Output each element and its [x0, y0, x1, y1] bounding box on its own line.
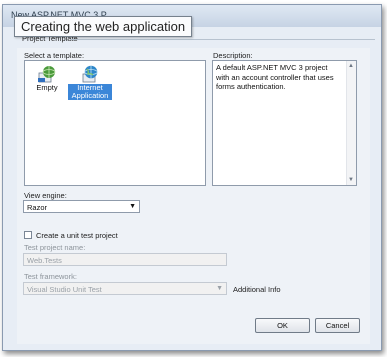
test-project-name-value: Web.Tests: [27, 256, 62, 265]
caption-tooltip: Creating the web application: [14, 16, 193, 37]
description-box: A default ASP.NET MVC 3 project with an …: [212, 60, 357, 186]
template-label-internet-application: Internet Application: [68, 84, 112, 100]
template-list[interactable]: Empty Internet Application: [24, 60, 206, 186]
web-globe-icon: [80, 65, 100, 83]
view-engine-label: View engine:: [24, 191, 67, 200]
additional-info-link[interactable]: Additional Info: [233, 285, 281, 294]
template-item-empty[interactable]: Empty: [35, 65, 59, 92]
test-project-name-input[interactable]: Web.Tests: [23, 253, 227, 266]
test-framework-dropdown[interactable]: Visual Studio Unit Test ▼: [23, 282, 227, 295]
chevron-down-icon: ▼: [216, 285, 223, 292]
group-divider: [70, 39, 375, 40]
description-label: Description:: [213, 51, 253, 60]
view-engine-dropdown[interactable]: Razor ▼: [23, 200, 140, 213]
template-item-internet-application[interactable]: Internet Application: [68, 65, 112, 100]
chevron-down-icon: ▼: [129, 203, 136, 210]
create-unit-test-label[interactable]: Create a unit test project: [36, 231, 118, 240]
create-unit-test-checkbox[interactable]: [24, 231, 32, 239]
web-empty-icon: [37, 65, 57, 83]
ok-button[interactable]: OK: [255, 318, 310, 333]
scroll-down-icon[interactable]: ▼: [348, 177, 354, 183]
description-text: A default ASP.NET MVC 3 project with an …: [216, 63, 334, 91]
template-label-empty: Empty: [36, 83, 58, 92]
test-framework-label: Test framework:: [24, 272, 77, 281]
cancel-button[interactable]: Cancel: [315, 318, 360, 333]
view-engine-value: Razor: [27, 203, 48, 212]
test-project-name-label: Test project name:: [24, 243, 86, 252]
test-framework-value: Visual Studio Unit Test: [27, 285, 102, 294]
description-scrollbar[interactable]: ▲ ▼: [346, 61, 356, 185]
select-template-label: Select a template:: [24, 51, 85, 60]
scroll-up-icon[interactable]: ▲: [348, 63, 354, 69]
